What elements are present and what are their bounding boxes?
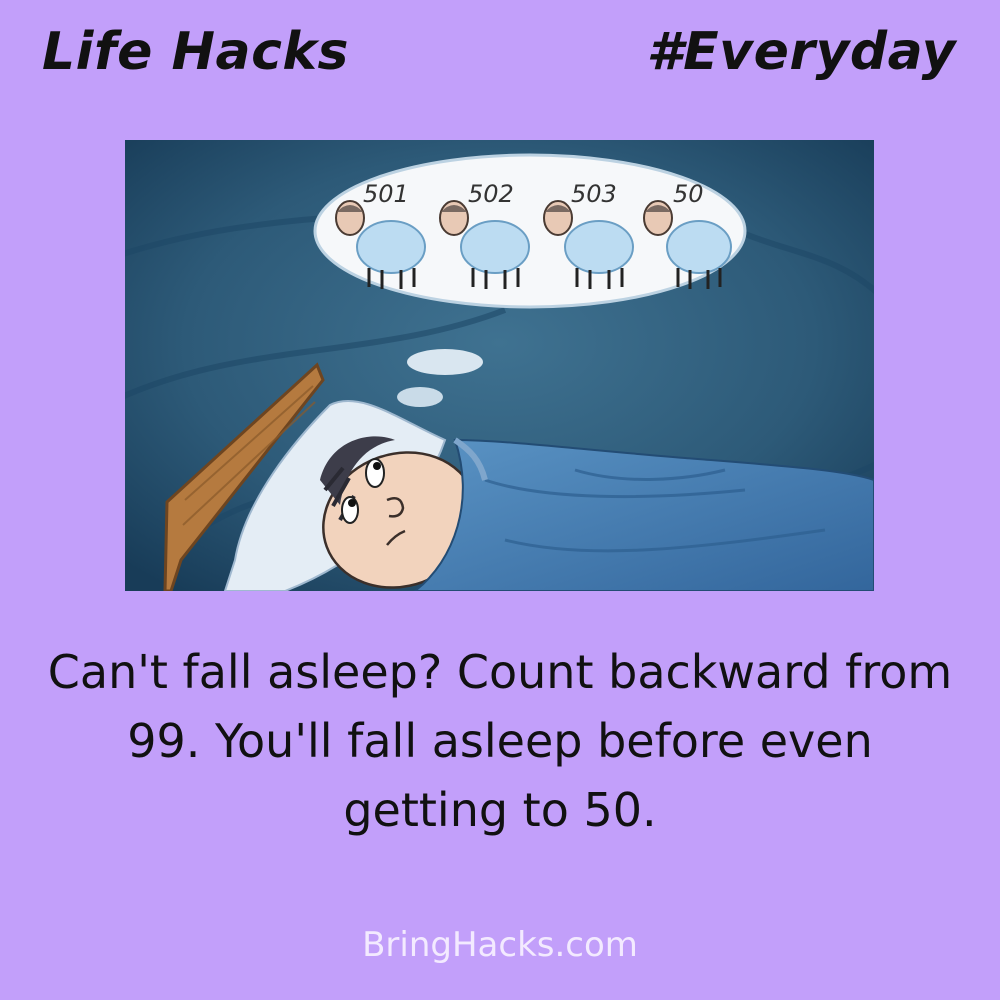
header-hashtag: #Everyday bbox=[646, 22, 956, 82]
thought-bubble-small bbox=[407, 349, 483, 375]
footer-site-link[interactable]: BringHacks.com bbox=[0, 925, 1000, 965]
hack-caption: Can't fall asleep? Count backward from 9… bbox=[47, 645, 953, 837]
sheep-number-3: 503 bbox=[571, 180, 617, 208]
sheep-number-1: 501 bbox=[363, 180, 409, 208]
header-title-left: Life Hacks bbox=[42, 22, 349, 82]
sheep-number-2: 502 bbox=[468, 180, 514, 208]
man-counting-sheep-illustration: 501 502 503 50 bbox=[125, 140, 874, 591]
thought-bubble-tiny bbox=[397, 387, 443, 407]
sheep-number-4: 50 bbox=[673, 180, 704, 208]
